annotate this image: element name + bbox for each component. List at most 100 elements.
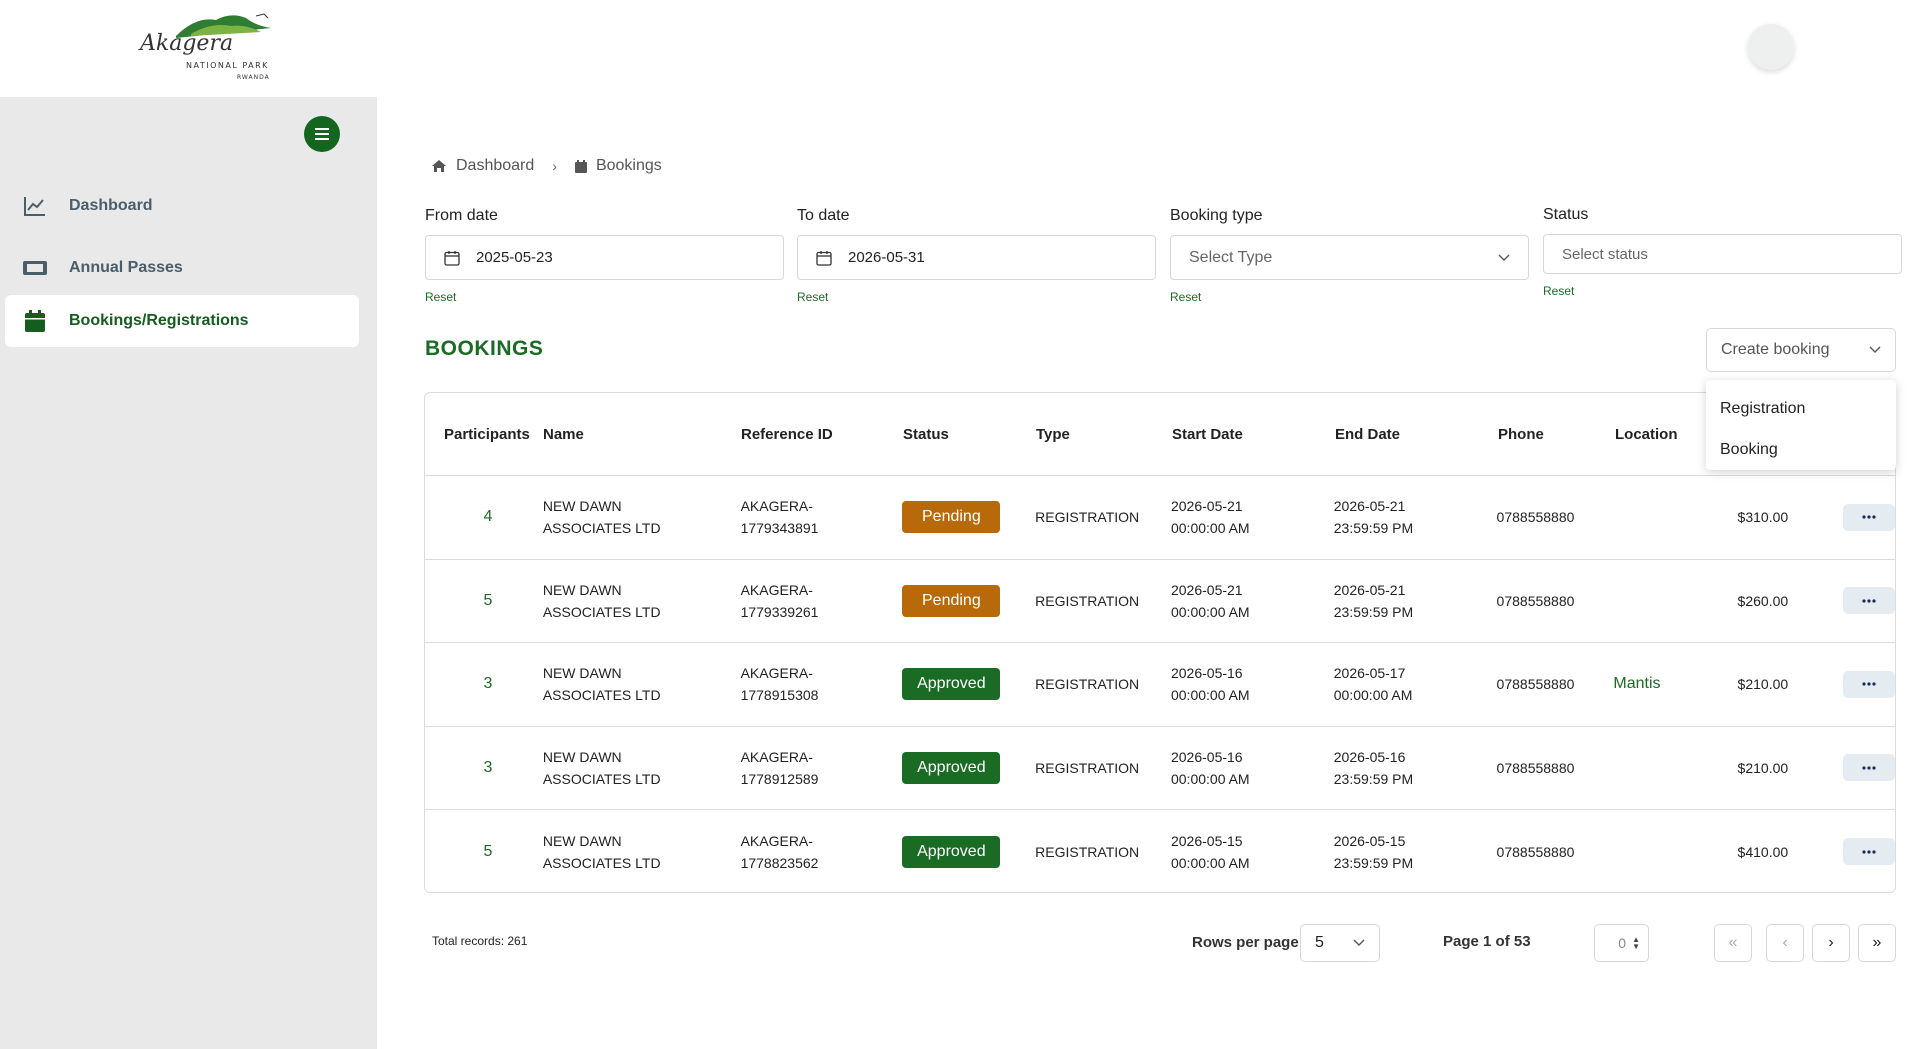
participants-cell: 5 — [483, 842, 493, 860]
hamburger-icon — [315, 133, 329, 135]
name-line: ASSOCIATES LTD — [542, 770, 661, 787]
type-cell: REGISTRATION — [1035, 676, 1140, 693]
akagera-logo[interactable]: Akagera NATIONAL PARK RWANDA — [136, 6, 281, 86]
table-header: Participants Name Reference ID Status Ty… — [425, 393, 1895, 476]
to-date-input[interactable]: 2026-05-31 — [797, 235, 1156, 280]
rows-per-page-label: Rows per page — [1192, 934, 1299, 951]
more-actions-button[interactable] — [1843, 754, 1895, 782]
time-line: 00:00:00 AM — [1170, 603, 1250, 620]
breadcrumb-home-label: Dashboard — [456, 157, 535, 174]
time-line: 00:00:00 AM — [1170, 687, 1250, 704]
start-date-cell: 2026-05-21 00:00:00 AM — [1171, 579, 1334, 623]
from-date-reset[interactable]: Reset — [425, 290, 784, 304]
status-badge: Approved — [902, 668, 1001, 701]
table-row[interactable]: 5 NEW DAWN ASSOCIATES LTD AKAGERA- 1779339… — [425, 560, 1895, 643]
sidebar-item-label: Annual Passes — [69, 259, 183, 276]
to-date-reset[interactable]: Reset — [797, 290, 1156, 304]
type-cell: REGISTRATION — [1035, 843, 1140, 860]
reference-line: 1778823562 — [740, 854, 819, 871]
booking-type-reset[interactable]: Reset — [1170, 290, 1529, 304]
to-date-filter: To date 2026-05-31 Reset — [797, 207, 1156, 304]
from-date-input[interactable]: 2025-05-23 — [425, 235, 784, 280]
time-line: 23:59:59 PM — [1333, 520, 1414, 537]
end-date-cell: 2026-05-17 00:00:00 AM — [1334, 662, 1497, 706]
last-page-button[interactable]: » — [1858, 924, 1896, 962]
status-filter: Status Select status Reset — [1543, 206, 1902, 298]
chevron-right-icon: › — [1828, 934, 1834, 951]
date-line: 2026-05-15 — [1170, 832, 1243, 849]
breadcrumb-current-label: Bookings — [595, 157, 662, 174]
column-header-phone[interactable]: Phone — [1498, 426, 1615, 443]
svg-text:Akagera: Akagera — [138, 31, 233, 56]
reference-line: 1779339261 — [740, 603, 819, 620]
double-chevron-right-icon: » — [1872, 934, 1882, 951]
svg-text:RWANDA: RWANDA — [237, 74, 270, 81]
start-date-cell: 2026-05-16 00:00:00 AM — [1171, 662, 1334, 706]
previous-page-button[interactable]: ‹ — [1766, 924, 1804, 962]
menu-item-registration[interactable]: Registration — [1706, 388, 1896, 429]
create-booking-label: Create booking — [1721, 341, 1830, 358]
rows-per-page-select[interactable]: 5 — [1300, 924, 1380, 962]
sidebar-item-dashboard[interactable]: Dashboard — [5, 180, 359, 232]
location-link[interactable]: Mantis — [1613, 675, 1660, 692]
type-cell: REGISTRATION — [1035, 759, 1140, 776]
more-actions-button[interactable] — [1843, 587, 1895, 615]
status-select[interactable]: Select status — [1543, 234, 1902, 274]
sidebar-item-bookings[interactable]: Bookings/Registrations — [5, 295, 359, 347]
chevron-left-icon: ‹ — [1782, 934, 1788, 951]
reference-line: 1778915308 — [740, 687, 819, 704]
time-line: 23:59:59 PM — [1333, 770, 1414, 787]
more-actions-button[interactable] — [1843, 670, 1895, 698]
name-cell: NEW DAWN ASSOCIATES LTD — [543, 495, 741, 539]
name-cell: NEW DAWN ASSOCIATES LTD — [543, 830, 741, 874]
menu-item-booking[interactable]: Booking — [1706, 429, 1896, 470]
table-row[interactable]: 3 NEW DAWN ASSOCIATES LTD AKAGERA- 1778912… — [425, 727, 1895, 810]
column-header-status[interactable]: Status — [903, 426, 1036, 443]
booking-type-placeholder: Select Type — [1189, 248, 1273, 266]
status-label: Status — [1543, 206, 1589, 223]
status-reset[interactable]: Reset — [1543, 284, 1902, 298]
date-line: 2026-05-21 — [1333, 581, 1406, 598]
next-page-button[interactable]: › — [1812, 924, 1850, 962]
column-header-participants[interactable]: Participants — [425, 426, 543, 443]
start-date-cell: 2026-05-16 00:00:00 AM — [1171, 746, 1334, 790]
first-page-button[interactable]: « — [1714, 924, 1752, 962]
participants-cell: 3 — [483, 758, 493, 776]
column-header-name[interactable]: Name — [543, 426, 741, 443]
column-header-end-date[interactable]: End Date — [1335, 426, 1498, 443]
phone-cell: 0788558880 — [1496, 759, 1575, 776]
location-cell: Mantis — [1613, 675, 1708, 693]
sidebar-item-annual-passes[interactable]: Annual Passes — [5, 242, 359, 294]
more-actions-button[interactable] — [1843, 503, 1895, 531]
phone-cell: 0788558880 — [1496, 592, 1575, 609]
column-header-location[interactable]: Location — [1615, 426, 1710, 443]
reference-line: 1779343891 — [740, 520, 819, 537]
create-booking-menu: Registration Booking — [1706, 380, 1896, 470]
menu-toggle-button[interactable] — [304, 116, 340, 152]
breadcrumb-home[interactable]: Dashboard — [431, 157, 534, 175]
start-date-cell: 2026-05-15 00:00:00 AM — [1171, 830, 1334, 874]
status-cell: Approved — [902, 751, 1035, 784]
column-header-start-date[interactable]: Start Date — [1172, 426, 1335, 443]
name-line: NEW DAWN — [542, 832, 622, 849]
create-booking-button[interactable]: Create booking — [1706, 328, 1896, 372]
chart-line-icon — [21, 192, 49, 220]
time-line: 23:59:59 PM — [1333, 854, 1414, 871]
date-line: 2026-05-16 — [1333, 748, 1406, 765]
reference-line: AKAGERA- — [740, 748, 813, 765]
table-row[interactable]: 4 NEW DAWN ASSOCIATES LTD AKAGERA- 1779343… — [425, 476, 1895, 560]
table-row[interactable]: 5 NEW DAWN ASSOCIATES LTD AKAGERA- 1778823… — [425, 810, 1895, 892]
name-cell: NEW DAWN ASSOCIATES LTD — [543, 662, 741, 706]
column-header-reference-id[interactable]: Reference ID — [741, 426, 903, 443]
user-avatar[interactable] — [1748, 24, 1794, 70]
page-number-input[interactable]: 0 ▲ ▼ — [1594, 924, 1649, 962]
status-cell: Approved — [902, 668, 1035, 701]
stepper-arrows-icon[interactable]: ▲ ▼ — [1632, 936, 1640, 951]
sidebar-item-label: Dashboard — [69, 197, 153, 214]
more-actions-button[interactable] — [1843, 838, 1895, 866]
reference-cell: AKAGERA- 1778912589 — [741, 746, 903, 790]
column-header-type[interactable]: Type — [1036, 426, 1172, 443]
table-row[interactable]: 3 NEW DAWN ASSOCIATES LTD AKAGERA- 1778915… — [425, 643, 1895, 727]
reference-cell: AKAGERA- 1778915308 — [741, 662, 903, 706]
booking-type-select[interactable]: Select Type — [1170, 235, 1529, 280]
